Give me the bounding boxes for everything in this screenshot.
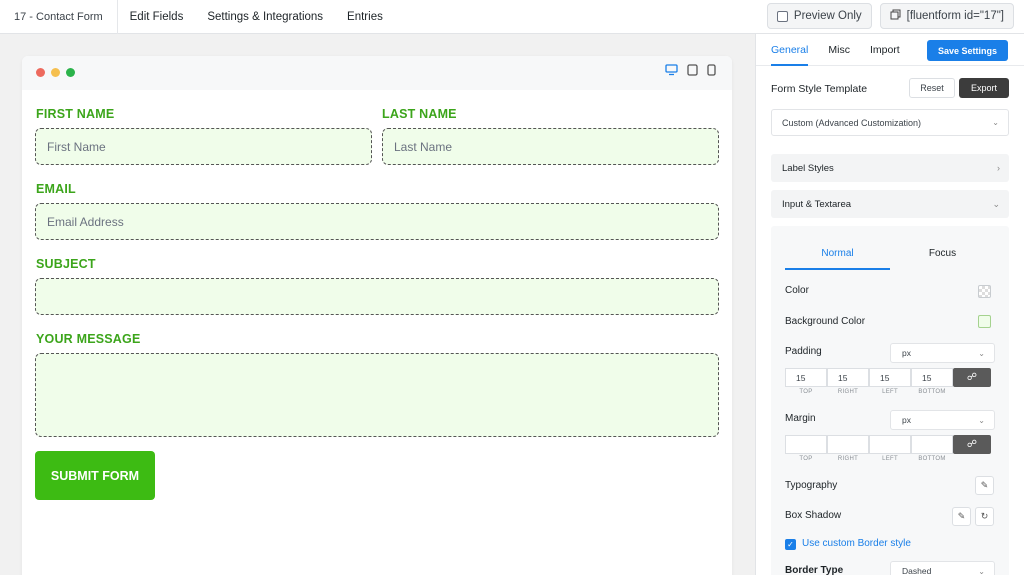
template-select[interactable]: Custom (Advanced Customization) ⌄	[771, 109, 1009, 136]
padding-unit-select[interactable]: px ⌄	[890, 343, 995, 363]
caption-left: LEFT	[882, 389, 898, 395]
shortcode-text: [fluentform id="17"]	[906, 10, 1004, 22]
form-style-template-label: Form Style Template	[771, 83, 868, 95]
background-color-picker[interactable]	[978, 315, 991, 328]
nav-entries[interactable]: Entries	[335, 0, 395, 34]
chevron-down-icon: ⌄	[992, 198, 1000, 209]
first-name-input[interactable]: First Name	[35, 128, 372, 165]
window-dot-yellow	[51, 68, 60, 77]
label-styles-title: Label Styles	[782, 162, 834, 174]
export-button[interactable]: Export	[959, 78, 1009, 98]
input-textarea-title: Input & Textarea	[782, 198, 852, 210]
margin-unlink-button[interactable]: ☍	[953, 435, 991, 454]
padding-unit-value: px	[902, 348, 911, 358]
panel-tabs: General Misc Import Save Settings	[756, 34, 1024, 66]
desktop-view-icon[interactable]	[665, 64, 678, 79]
margin-unit-select[interactable]: px ⌄	[890, 410, 995, 430]
tab-misc[interactable]: Misc	[808, 34, 850, 66]
margin-bottom-input[interactable]	[911, 435, 953, 454]
caption-right: RIGHT	[837, 389, 859, 395]
custom-border-label: Use custom Border style	[802, 538, 911, 549]
margin-label: Margin	[785, 413, 816, 424]
top-bar: 17 - Contact Form Edit Fields Settings &…	[0, 0, 1024, 34]
padding-unlink-button[interactable]: ☍	[953, 368, 991, 387]
preview-label: Preview Only	[793, 10, 862, 22]
input-textarea-section[interactable]: Input & Textarea ⌄	[771, 190, 1009, 218]
window-dot-green	[66, 68, 75, 77]
reset-button[interactable]: Reset	[909, 78, 955, 98]
typography-label: Typography	[785, 480, 838, 491]
padding-label: Padding	[785, 346, 822, 357]
label-styles-section[interactable]: Label Styles ›	[771, 154, 1009, 182]
save-settings-button[interactable]: Save Settings	[926, 40, 1008, 61]
tab-focus[interactable]: Focus	[890, 248, 995, 270]
unlink-icon: ☍	[966, 439, 978, 450]
check-icon: ✓	[787, 540, 794, 549]
tab-normal[interactable]: Normal	[785, 248, 890, 270]
custom-border-checkbox[interactable]: ✓	[785, 539, 796, 550]
last-name-input[interactable]: Last Name	[382, 128, 719, 165]
pencil-icon: ✎	[980, 480, 989, 490]
last-name-label: LAST NAME	[382, 107, 457, 121]
box-shadow-label: Box Shadow	[785, 510, 842, 521]
chevron-down-icon: ⌄	[992, 118, 999, 127]
subject-label: SUBJECT	[36, 257, 96, 271]
message-textarea[interactable]	[35, 353, 719, 437]
email-input[interactable]: Email Address	[35, 203, 719, 240]
margin-right-input[interactable]	[827, 435, 869, 454]
caption-top: TOP	[799, 456, 813, 462]
background-color-label: Background Color	[785, 316, 866, 327]
shortcode-copy-button[interactable]: [fluentform id="17"]	[879, 3, 1014, 29]
caption-left: LEFT	[882, 456, 898, 462]
nav-settings-integrations[interactable]: Settings & Integrations	[195, 0, 335, 34]
margin-left-input[interactable]	[869, 435, 911, 454]
box-shadow-edit-button[interactable]: ✎	[952, 507, 971, 526]
form-title: 17 - Contact Form	[0, 0, 118, 34]
submit-form-button[interactable]: SUBMIT FORM	[35, 451, 155, 500]
border-type-value: Dashed	[902, 566, 932, 575]
preview-checkbox[interactable]	[776, 10, 788, 22]
chevron-down-icon: ⌄	[978, 348, 985, 358]
canvas-header	[22, 56, 732, 90]
caption-bottom: BOTTOM	[918, 389, 946, 395]
padding-left-input[interactable]: 15	[869, 368, 911, 387]
border-type-label: Border Type	[785, 565, 844, 575]
padding-top-input[interactable]: 15	[785, 368, 827, 387]
chevron-down-icon: ⌄	[978, 566, 985, 575]
subject-input[interactable]	[35, 278, 719, 315]
caption-bottom: BOTTOM	[918, 456, 946, 462]
margin-unit-value: px	[902, 415, 911, 425]
window-dot-red	[36, 68, 45, 77]
caption-right: RIGHT	[837, 456, 859, 462]
copy-icon	[890, 9, 901, 23]
color-label: Color	[785, 285, 809, 296]
nav-edit-fields[interactable]: Edit Fields	[118, 0, 196, 34]
tab-import[interactable]: Import	[850, 34, 900, 66]
chevron-down-icon: ⌄	[978, 415, 985, 425]
settings-panel: General Misc Import Save Settings Form S…	[755, 34, 1024, 575]
typography-edit-button[interactable]: ✎	[975, 476, 994, 495]
message-label: YOUR MESSAGE	[36, 332, 141, 346]
box-shadow-reset-button[interactable]: ↻	[975, 507, 994, 526]
input-style-options	[771, 226, 1009, 575]
padding-right-input[interactable]: 15	[827, 368, 869, 387]
refresh-icon: ↻	[980, 511, 989, 521]
template-select-value: Custom (Advanced Customization)	[782, 117, 922, 128]
border-type-select[interactable]: Dashed ⌄	[890, 561, 995, 575]
color-picker[interactable]	[978, 285, 991, 298]
margin-top-input[interactable]	[785, 435, 827, 454]
padding-bottom-input[interactable]: 15	[911, 368, 953, 387]
caption-top: TOP	[799, 389, 813, 395]
first-name-label: FIRST NAME	[36, 107, 115, 121]
pencil-icon: ✎	[957, 511, 966, 521]
tablet-view-icon[interactable]	[687, 64, 698, 79]
tab-general[interactable]: General	[756, 34, 809, 66]
preview-only-toggle[interactable]: Preview Only	[766, 3, 872, 29]
chevron-right-icon: ›	[997, 163, 1000, 173]
email-label: EMAIL	[36, 182, 76, 196]
mobile-view-icon[interactable]	[707, 64, 716, 79]
unlink-icon: ☍	[966, 372, 978, 383]
